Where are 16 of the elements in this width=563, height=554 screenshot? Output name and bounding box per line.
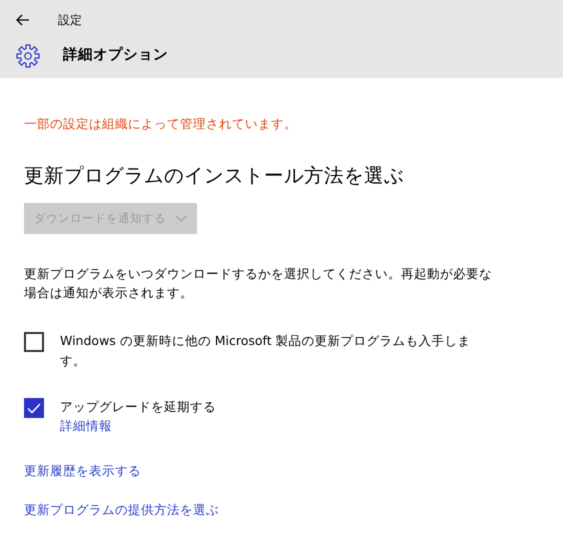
- page-title: 詳細オプション: [63, 46, 168, 66]
- settings-link[interactable]: 更新履歴を表示する: [24, 462, 141, 481]
- checkbox-label: アップグレードを延期する: [60, 398, 216, 416]
- managed-notice: 一部の設定は組織によって管理されています。: [24, 115, 298, 133]
- checkbox[interactable]: [24, 332, 44, 352]
- section-heading: 更新プログラムのインストール方法を選ぶ: [24, 164, 405, 188]
- caret-icon: [175, 214, 187, 223]
- description-text: 更新プログラムをいつダウンロードするかを選択してください。再起動が必要な場合は通知が表示されます。: [24, 265, 493, 302]
- back-button[interactable]: [16, 14, 30, 26]
- more-info-link[interactable]: 詳細情報: [60, 417, 112, 436]
- window-title: 設定: [58, 12, 82, 29]
- settings-icon: [16, 44, 40, 68]
- checkbox-label: Windows の更新時に他の Microsoft 製品の更新プログラムも入手します。: [60, 332, 472, 370]
- checkbox[interactable]: [24, 398, 44, 418]
- check-icon: [27, 402, 41, 414]
- settings-link[interactable]: 更新プログラムの提供方法を選ぶ: [24, 500, 219, 520]
